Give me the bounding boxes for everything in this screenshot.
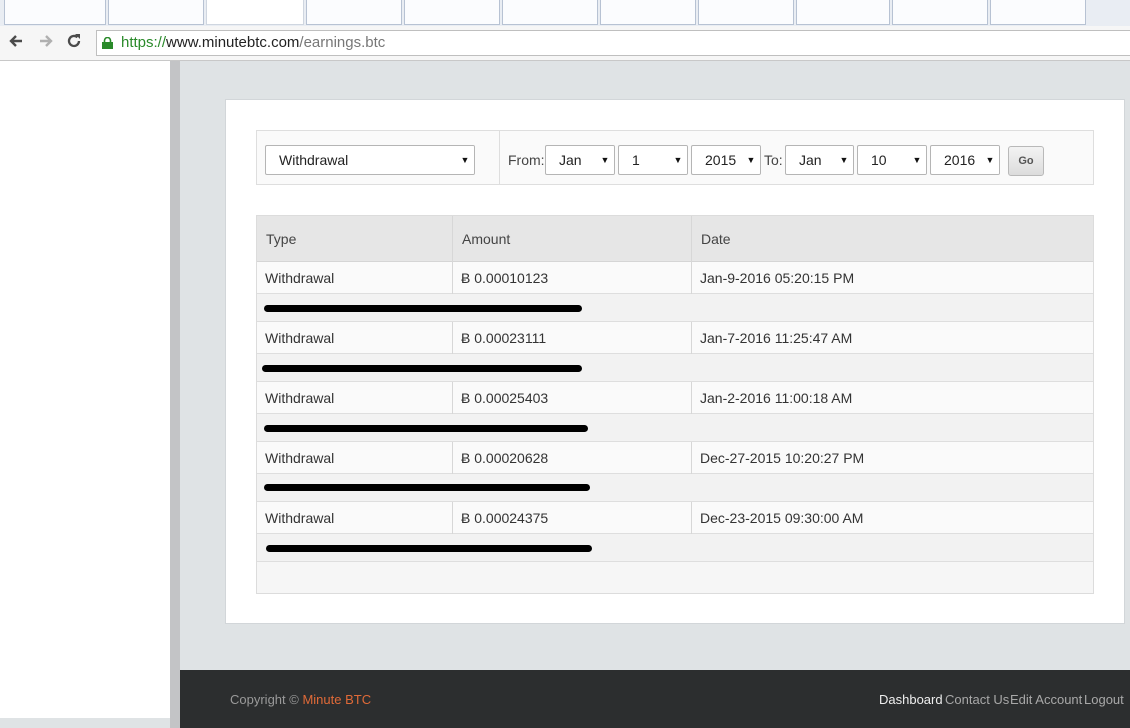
caret-down-icon: ▼: [742, 146, 760, 174]
reload-icon: [67, 34, 81, 48]
from-year-value: 2015: [705, 152, 737, 168]
row-amount: Ƀ 0.00023111: [461, 330, 547, 346]
url-text: https://www.minutebtc.com/earnings.btc: [121, 34, 386, 51]
browser-tab[interactable]: [600, 0, 696, 25]
browser-tab[interactable]: [4, 0, 106, 25]
browser-toolbar: https://www.minutebtc.com/earnings.btc: [0, 26, 1130, 61]
browser-tab[interactable]: [892, 0, 988, 25]
row-type: Withdrawal: [265, 330, 335, 346]
table-row: [257, 322, 1093, 354]
to-day-value: 10: [871, 152, 887, 168]
column-divider: [452, 502, 453, 534]
to-month-select[interactable]: Jan ▼: [785, 145, 854, 175]
row-type: Withdrawal: [265, 390, 335, 406]
column-divider: [691, 216, 692, 262]
from-label: From:: [508, 152, 545, 168]
browser-tab[interactable]: [698, 0, 794, 25]
forward-button[interactable]: [36, 32, 56, 52]
browser-tab[interactable]: [404, 0, 500, 25]
table-row: [257, 262, 1093, 294]
filter-divider: [499, 131, 500, 184]
reload-button[interactable]: [64, 32, 84, 52]
table-row: [257, 502, 1093, 534]
browser-tab[interactable]: [796, 0, 890, 25]
table-row: [257, 442, 1093, 474]
caret-down-icon: ▼: [596, 146, 614, 174]
column-divider: [691, 382, 692, 414]
address-bar[interactable]: https://www.minutebtc.com/earnings.btc: [96, 30, 1130, 56]
caret-down-icon: ▼: [835, 146, 853, 174]
column-divider: [452, 442, 453, 474]
redacted-transaction-hash: [266, 545, 592, 552]
from-year-select[interactable]: 2015 ▼: [691, 145, 761, 175]
column-divider: [452, 216, 453, 262]
to-year-select[interactable]: 2016 ▼: [930, 145, 1000, 175]
column-divider: [452, 322, 453, 354]
caret-down-icon: ▼: [669, 146, 687, 174]
browser-tab-active[interactable]: [206, 0, 304, 25]
to-month-value: Jan: [799, 152, 822, 168]
column-divider: [691, 262, 692, 294]
from-day-select[interactable]: 1 ▼: [618, 145, 688, 175]
type-select-value: Withdrawal: [279, 152, 349, 168]
column-divider: [691, 322, 692, 354]
row-type: Withdrawal: [265, 270, 335, 286]
row-date: Jan-9-2016 05:20:15 PM: [700, 270, 855, 286]
caret-down-icon: ▼: [908, 146, 926, 174]
row-type: Withdrawal: [265, 510, 335, 526]
browser-tab[interactable]: [108, 0, 204, 25]
arrow-left-icon: [9, 35, 22, 47]
row-amount: Ƀ 0.00020628: [461, 450, 549, 466]
column-divider: [452, 382, 453, 414]
row-amount: Ƀ 0.00025403: [461, 390, 549, 406]
footer-link-contact-us[interactable]: Contact Us: [945, 692, 1009, 707]
footer-link-dashboard[interactable]: Dashboard: [879, 692, 943, 707]
row-date: Dec-23-2015 09:30:00 AM: [700, 510, 864, 526]
browser-tab-strip: [0, 0, 1130, 26]
row-type: Withdrawal: [265, 450, 335, 466]
redacted-transaction-hash: [264, 425, 588, 432]
lock-icon: [102, 37, 113, 49]
column-divider: [691, 502, 692, 534]
back-button[interactable]: [6, 32, 26, 52]
from-month-select[interactable]: Jan ▼: [545, 145, 615, 175]
sidebar-divider: [170, 61, 180, 728]
copyright-text: Copyright © Minute BTC: [230, 692, 372, 707]
caret-down-icon: ▼: [456, 146, 474, 174]
browser-tab[interactable]: [502, 0, 598, 25]
row-date: Jan-7-2016 11:25:47 AM: [700, 330, 853, 346]
footer-link-logout[interactable]: Logout: [1084, 692, 1124, 707]
column-header-amount[interactable]: Amount: [462, 231, 510, 247]
to-year-value: 2016: [944, 152, 976, 168]
redacted-transaction-hash: [262, 365, 582, 372]
from-day-value: 1: [632, 152, 640, 168]
column-divider: [691, 442, 692, 474]
row-date: Jan-2-2016 11:00:18 AM: [700, 390, 853, 406]
to-day-select[interactable]: 10 ▼: [857, 145, 927, 175]
arrow-right-icon: [40, 35, 53, 47]
table-row: [257, 382, 1093, 414]
browser-tab[interactable]: [306, 0, 402, 25]
row-amount: Ƀ 0.00010123: [461, 270, 549, 286]
type-select[interactable]: Withdrawal ▼: [265, 145, 475, 175]
row-amount: Ƀ 0.00024375: [461, 510, 549, 526]
caret-down-icon: ▼: [981, 146, 999, 174]
footer-link-edit-account[interactable]: Edit Account: [1010, 692, 1082, 707]
column-divider: [452, 262, 453, 294]
brand-link[interactable]: Minute BTC: [302, 692, 371, 707]
table-header: [257, 216, 1093, 262]
row-date: Dec-27-2015 10:20:27 PM: [700, 450, 865, 466]
go-button[interactable]: Go: [1008, 146, 1044, 176]
column-header-date[interactable]: Date: [701, 231, 731, 247]
table-empty-row: [257, 562, 1093, 593]
sidebar: [0, 61, 170, 718]
redacted-transaction-hash: [264, 484, 590, 491]
browser-tab[interactable]: [990, 0, 1086, 25]
redacted-transaction-hash: [264, 305, 582, 312]
column-header-type[interactable]: Type: [266, 231, 296, 247]
to-label: To:: [764, 152, 783, 168]
from-month-value: Jan: [559, 152, 582, 168]
